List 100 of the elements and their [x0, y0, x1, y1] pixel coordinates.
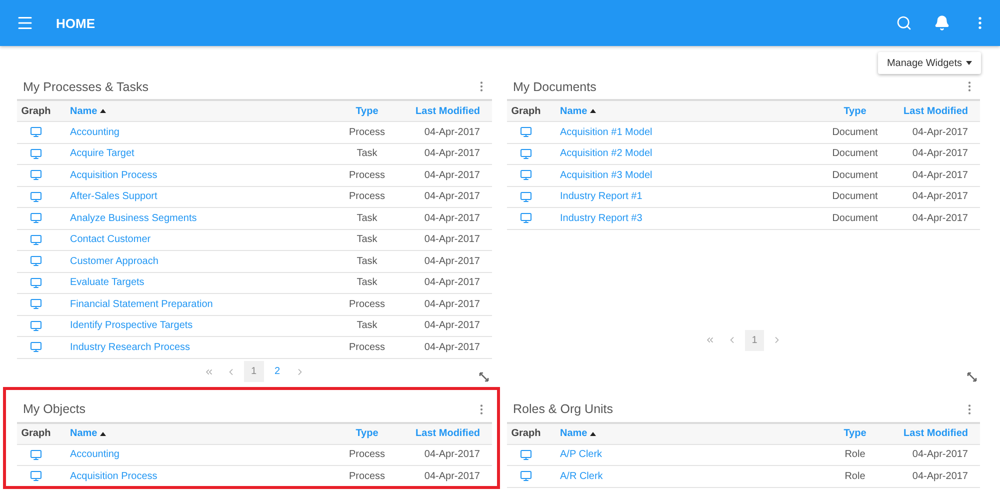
column-header[interactable]: Last Modified	[885, 428, 980, 439]
column-header[interactable]: Graph	[17, 106, 55, 116]
page-button[interactable]: 1	[744, 330, 764, 350]
item-link[interactable]: Accounting	[55, 126, 337, 138]
type-cell-text: Document	[831, 170, 879, 181]
column-header[interactable]: Graph	[17, 428, 55, 439]
monitor-icon[interactable]	[520, 126, 532, 138]
item-link[interactable]: A/P Clerk	[545, 449, 825, 460]
type-cell-text: Task	[356, 256, 378, 267]
column-header[interactable]: Name	[55, 106, 337, 116]
column-header[interactable]: Graph	[507, 428, 545, 439]
monitor-icon[interactable]	[520, 212, 532, 224]
item-link[interactable]: Acquisition #3 Model	[545, 170, 825, 181]
date-cell-text: 04-Apr-2017	[423, 470, 481, 482]
item-link[interactable]: Evaluate Targets	[55, 277, 337, 288]
monitor-icon[interactable]	[30, 341, 42, 354]
type-cell-text: Process	[348, 126, 386, 138]
date-cell-text: 04-Apr-2017	[911, 126, 969, 138]
item-link[interactable]: Acquisition #1 Model	[545, 126, 825, 138]
monitor-icon[interactable]	[520, 448, 532, 461]
type-cell-text: Document	[831, 212, 879, 224]
date-cell-text: 04-Apr-2017	[423, 148, 481, 160]
type-cell-text: Process	[348, 298, 386, 310]
date-cell-text: 04-Apr-2017	[911, 212, 969, 224]
column-header[interactable]: Last Modified	[397, 428, 492, 439]
type-cell-text: Process	[348, 170, 386, 181]
column-header[interactable]: Type	[825, 428, 885, 439]
resize-icon[interactable]	[479, 372, 489, 382]
item-link[interactable]: A/R Clerk	[545, 470, 825, 482]
caret-icon	[966, 61, 972, 65]
date-cell-text: 04-Apr-2017	[911, 470, 969, 482]
monitor-icon[interactable]	[30, 234, 42, 246]
monitor-icon[interactable]	[520, 190, 532, 203]
menu-icon[interactable]	[16, 14, 34, 32]
date-cell-text: 04-Apr-2017	[423, 126, 481, 138]
item-link[interactable]: Acquire Target	[55, 148, 337, 160]
page-button[interactable]: 1	[244, 361, 264, 382]
monitor-icon[interactable]	[30, 276, 42, 289]
date-cell-text: 04-Apr-2017	[911, 191, 969, 202]
resize-icon[interactable]	[967, 372, 977, 382]
monitor-icon[interactable]	[30, 169, 42, 182]
column-header[interactable]: Name	[545, 428, 825, 439]
monitor-icon[interactable]	[520, 169, 532, 182]
item-link[interactable]: Analyze Business Segments	[55, 212, 337, 224]
column-header[interactable]: Type	[825, 106, 885, 116]
monitor-icon[interactable]	[30, 448, 42, 461]
item-link[interactable]: Financial Statement Preparation	[55, 298, 337, 310]
monitor-icon[interactable]	[30, 320, 42, 332]
item-link[interactable]: Acquisition #2 Model	[545, 148, 825, 160]
monitor-icon[interactable]	[30, 470, 42, 482]
date-cell-text: 04-Apr-2017	[423, 191, 481, 202]
monitor-icon[interactable]	[30, 255, 42, 268]
type-cell-text: Task	[356, 277, 378, 288]
date-cell-text: 04-Apr-2017	[423, 342, 481, 353]
bell-icon[interactable]	[934, 15, 950, 31]
type-cell-text: Document	[831, 126, 879, 138]
type-cell-text: Task	[356, 148, 378, 160]
item-link[interactable]: Acquisition Process	[55, 470, 337, 482]
search-icon[interactable]	[896, 15, 912, 31]
date-cell-text: 04-Apr-2017	[911, 449, 969, 460]
monitor-icon[interactable]	[30, 190, 42, 203]
date-cell-text: 04-Apr-2017	[423, 212, 481, 224]
type-cell-text: Process	[348, 191, 386, 202]
monitor-icon[interactable]	[520, 470, 532, 482]
monitor-icon[interactable]	[520, 148, 532, 160]
widget-title: My Documents	[513, 80, 596, 94]
date-cell-text: 04-Apr-2017	[423, 320, 481, 332]
monitor-icon[interactable]	[30, 148, 42, 160]
column-header[interactable]: Name	[55, 428, 337, 439]
item-link[interactable]: Accounting	[55, 449, 337, 460]
page-button[interactable]: 2	[268, 361, 288, 382]
monitor-icon[interactable]	[30, 298, 42, 310]
widget-title: Roles & Org Units	[513, 402, 614, 416]
date-cell-text: 04-Apr-2017	[423, 234, 481, 246]
item-link[interactable]: Industry Research Process	[55, 342, 337, 353]
column-header[interactable]: Graph	[507, 106, 545, 116]
column-header[interactable]: Last Modified	[397, 106, 492, 116]
manage-widgets-button[interactable]: Manage Widgets	[878, 52, 981, 74]
column-header[interactable]: Type	[337, 428, 397, 439]
monitor-icon[interactable]	[30, 126, 42, 138]
item-link[interactable]: Industry Report #3	[545, 212, 825, 224]
type-cell-text: Task	[356, 320, 378, 332]
column-header[interactable]: Type	[337, 106, 397, 116]
column-header[interactable]: Name	[545, 106, 825, 116]
date-cell-text: 04-Apr-2017	[423, 170, 481, 181]
widget-title: My Objects	[23, 402, 86, 416]
date-cell-text: 04-Apr-2017	[423, 449, 481, 460]
monitor-icon[interactable]	[30, 212, 42, 224]
item-link[interactable]: Contact Customer	[55, 234, 337, 246]
item-link[interactable]: Identify Prospective Targets	[55, 320, 337, 332]
item-link[interactable]: Industry Report #1	[545, 191, 825, 202]
column-header[interactable]: Last Modified	[885, 106, 980, 116]
type-cell-text: Task	[356, 234, 378, 246]
date-cell-text: 04-Apr-2017	[911, 148, 969, 160]
item-link[interactable]: After-Sales Support	[55, 191, 337, 202]
item-link[interactable]: Customer Approach	[55, 256, 337, 267]
item-link[interactable]: Acquisition Process	[55, 170, 337, 181]
widget-title: My Processes & Tasks	[23, 80, 149, 94]
type-cell-text: Process	[348, 449, 386, 460]
type-cell-text: Role	[844, 470, 866, 482]
